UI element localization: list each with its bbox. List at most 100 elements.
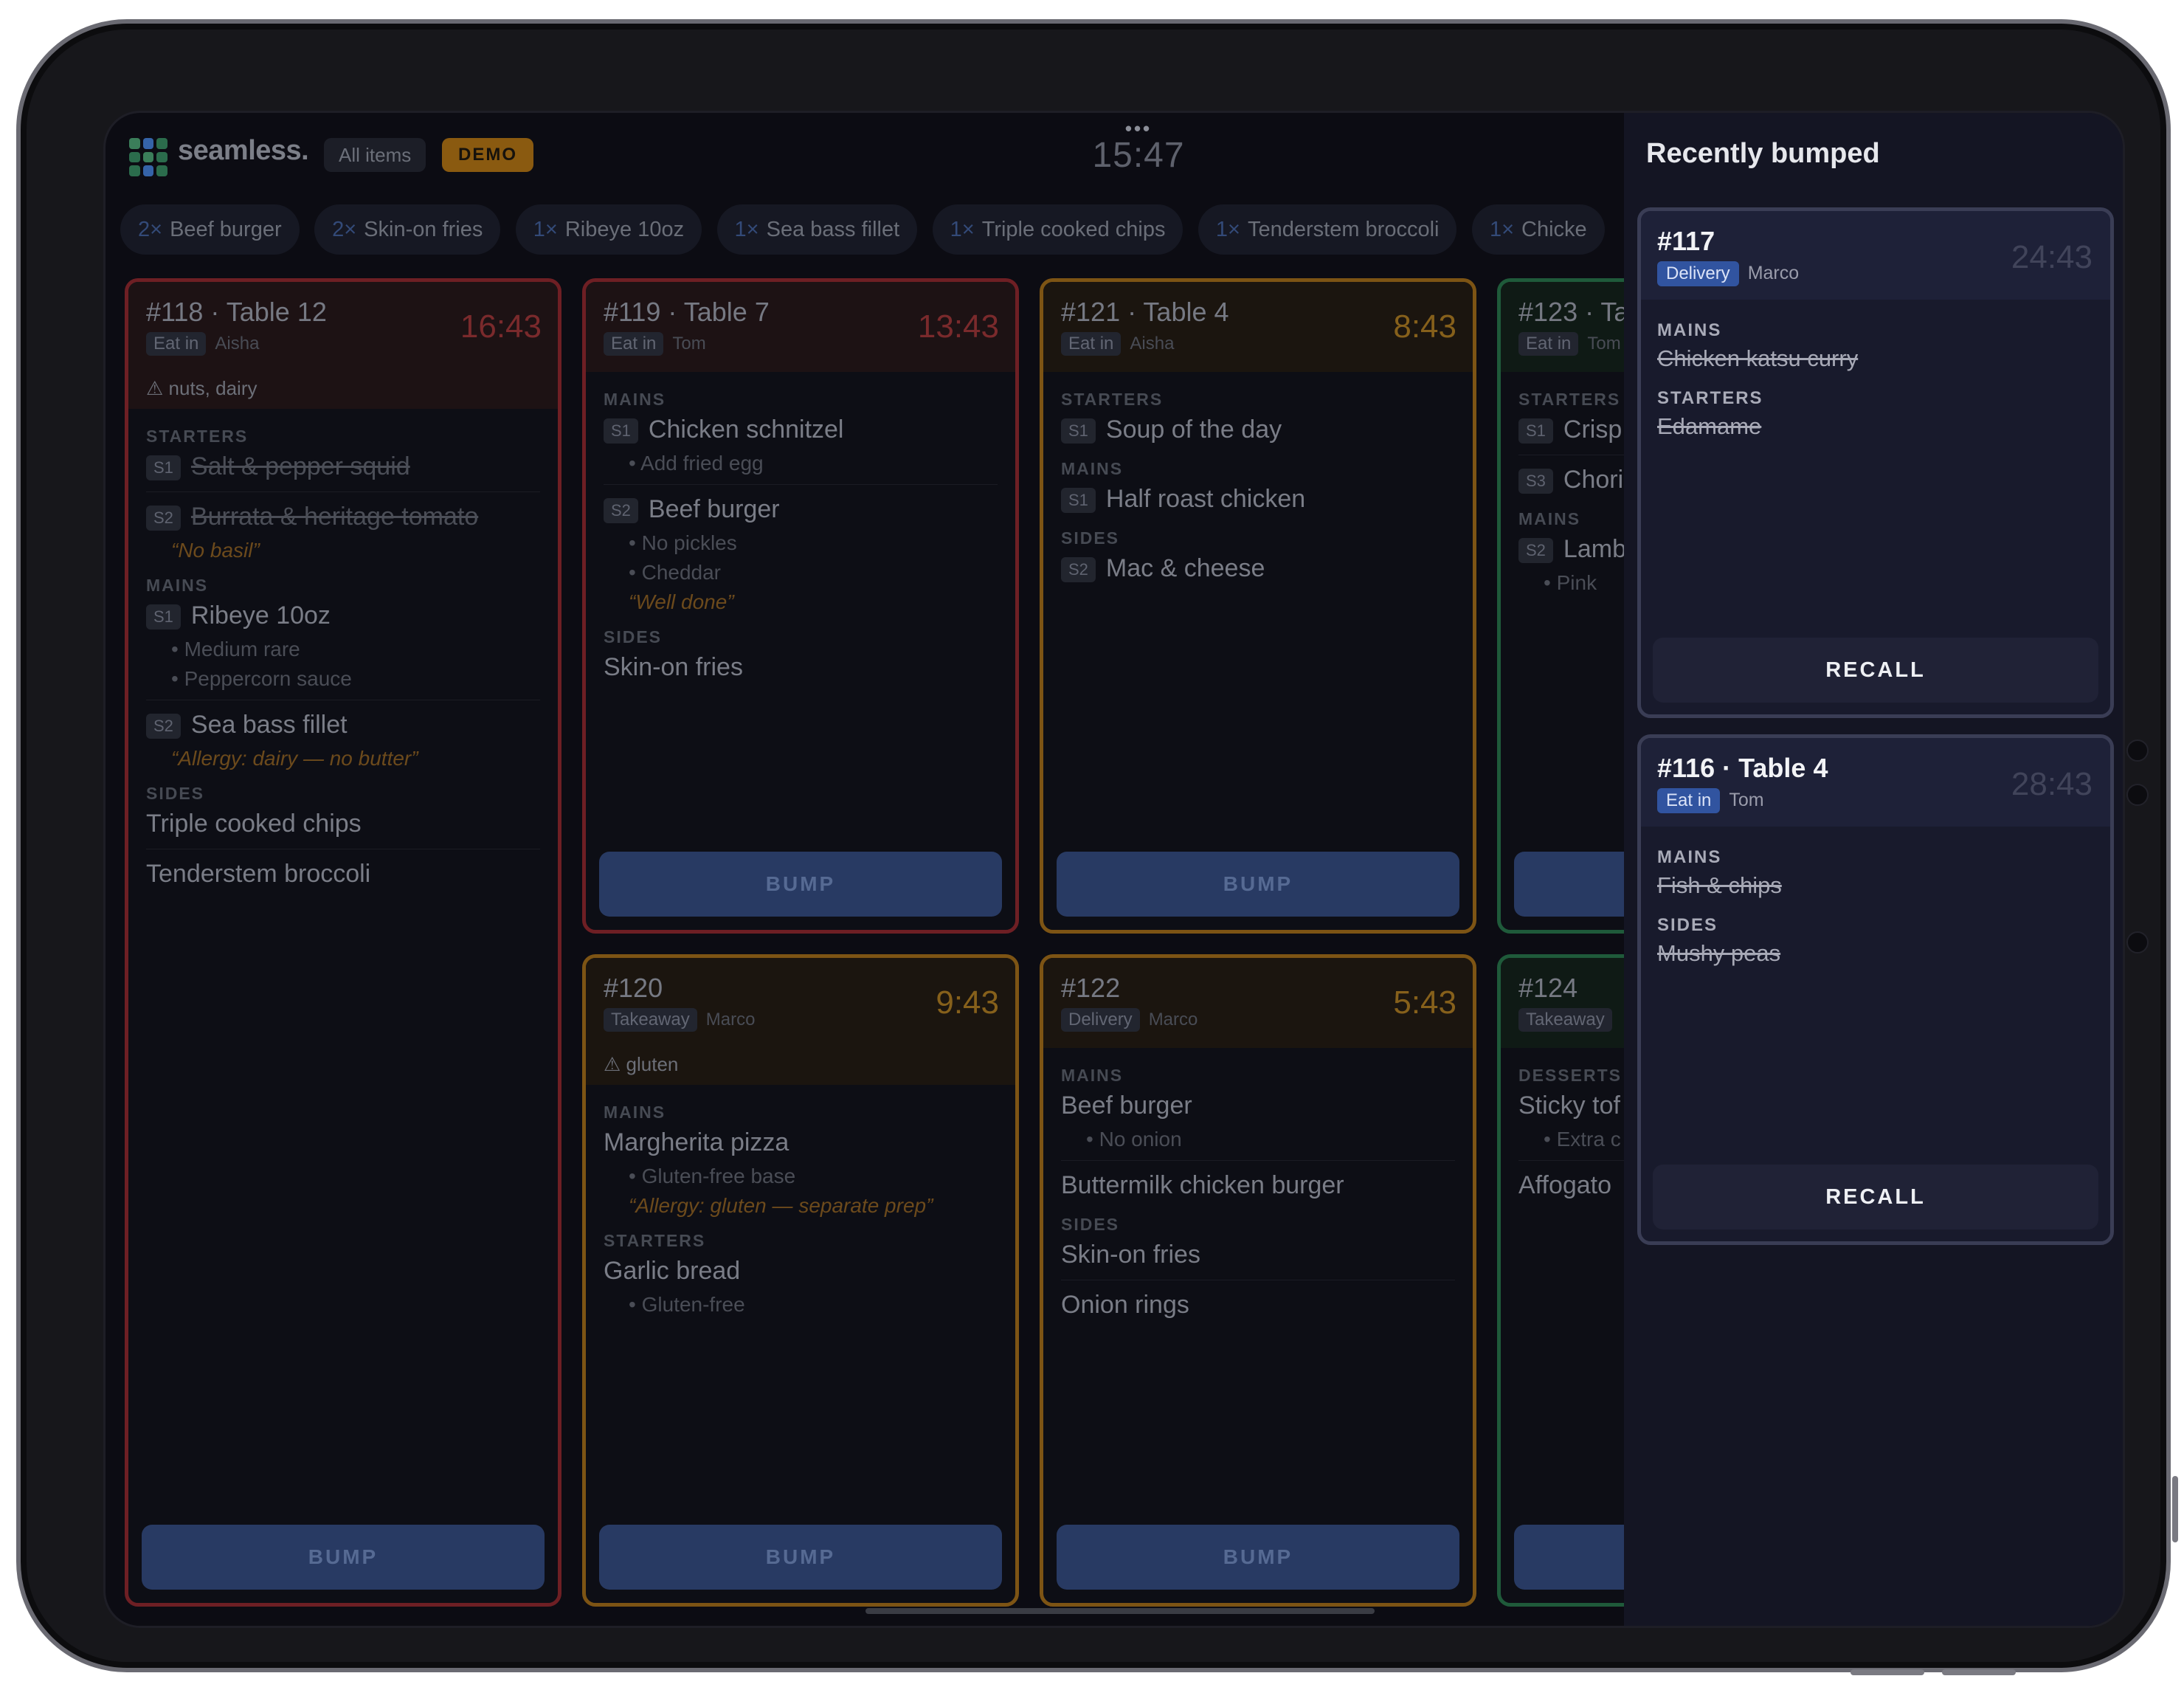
section-label: MAINS (1657, 847, 1722, 867)
hardware-button (1850, 1669, 1924, 1675)
tablet-frame: seamless. All items DEMO ••• 15:47 2× Bee… (16, 19, 2171, 1672)
ticket-timer: 24:43 (2011, 239, 2093, 275)
ticket-header: #119 · Table 7 Eat in Tom 13:43 (586, 282, 1015, 372)
section-label: MAINS (604, 1103, 666, 1122)
filter-all-items-button[interactable]: All items (324, 138, 426, 172)
order-item[interactable]: Garlic bread (604, 1252, 998, 1290)
section-label: MAINS (1061, 459, 1124, 478)
ticket-timer: 28:43 (2011, 766, 2093, 802)
summary-chip[interactable]: 2× Skin-on fries (314, 204, 501, 255)
order-item[interactable]: S2 Beef burger (604, 491, 998, 528)
scroll-indicator[interactable] (865, 1608, 1375, 1614)
ticket-header: #118 · Table 12 Eat in Aisha 16:43 (128, 282, 558, 372)
ticket-timer: 13:43 (917, 308, 999, 345)
item-modifier: Cheddar (604, 558, 998, 587)
section-label: MAINS (146, 576, 209, 595)
recently-bumped-panel: Recently bumped #117 Delivery Marco 24:43… (1624, 113, 2123, 1626)
bump-button[interactable]: BUMP (142, 1525, 545, 1590)
item-modifier: No pickles (604, 528, 998, 558)
server-name: Aisha (1130, 334, 1175, 353)
ticket-121[interactable]: #121 · Table 4 Eat in Aisha 8:43 STARTERS… (1040, 278, 1476, 934)
order-item[interactable]: Onion rings (1061, 1286, 1455, 1324)
ticket-timer: 9:43 (936, 984, 999, 1021)
order-item[interactable]: S1 Half roast chicken (1061, 480, 1455, 518)
recall-button[interactable]: RECALL (1653, 1165, 2098, 1229)
ticket-118[interactable]: #118 · Table 12 Eat in Aisha 16:43 ⚠ nuts… (125, 278, 561, 1607)
order-type-badge: Eat in (604, 332, 664, 356)
order-type-badge: Eat in (1061, 332, 1122, 356)
server-name: Marco (705, 1010, 756, 1029)
item-note: “Well done” (629, 590, 734, 613)
section-label: STARTERS (146, 427, 249, 446)
order-item[interactable]: Buttermilk chicken burger (1061, 1167, 1455, 1204)
order-item: Fish & chips (1657, 872, 1782, 898)
ticket-header: #120 Takeaway Marco 9:43 (586, 958, 1015, 1048)
recent-ticket-116[interactable]: #116 · Table 4 Eat in Tom 28:43 MAINS Fis… (1637, 734, 2114, 1245)
order-item: Edamame (1657, 413, 1762, 439)
item-modifier: No onion (1061, 1125, 1455, 1154)
bump-button[interactable]: BUMP (1057, 852, 1459, 917)
item-modifier: Medium rare (146, 635, 540, 664)
ticket-timer: 16:43 (460, 308, 542, 345)
recent-ticket-117[interactable]: #117 Delivery Marco 24:43 MAINS Chicken k… (1637, 207, 2114, 718)
order-item[interactable]: S1 Soup of the day (1061, 411, 1455, 449)
seat-badge: S2 (146, 714, 181, 739)
ticket-timer: 5:43 (1393, 984, 1456, 1021)
summary-chip[interactable]: 1× Ribeye 10oz (515, 204, 702, 255)
ticket-122[interactable]: #122 Delivery Marco 5:43 MAINS Beef burge… (1040, 954, 1476, 1607)
seat-badge: S2 (604, 498, 638, 524)
server-name: Tom (1729, 790, 1764, 810)
summary-chip[interactable]: 1× Triple cooked chips (932, 204, 1183, 255)
order-item[interactable]: Skin-on fries (1061, 1236, 1455, 1274)
summary-chip[interactable]: 1× Chicke (1471, 204, 1605, 255)
order-item[interactable]: S1 Ribeye 10oz (146, 597, 540, 635)
bump-button[interactable]: BUMP (599, 852, 1002, 917)
item-summary-bar: 2× Beef burger 2× Skin-on fries 1× Ribeye 1… (120, 204, 1617, 255)
ticket-119[interactable]: #119 · Table 7 Eat in Tom 13:43 MAINS S1 C… (582, 278, 1019, 934)
item-note: “Allergy: dairy — no butter” (171, 747, 418, 770)
hardware-button (1942, 1669, 2016, 1675)
seat-badge: S1 (1061, 488, 1096, 514)
bump-button[interactable]: BUMP (1057, 1525, 1459, 1590)
allergy-banner: ⚠ gluten (586, 1048, 1015, 1085)
order-item[interactable]: Beef burger (1061, 1087, 1455, 1125)
item-note: “No basil” (171, 539, 260, 562)
section-label: MAINS (604, 390, 666, 409)
item-note: “Allergy: gluten — separate prep” (629, 1194, 933, 1217)
brand-name: seamless. (178, 135, 309, 166)
section-label: SIDES (1061, 528, 1120, 548)
order-item[interactable]: S1 Chicken schnitzel (604, 411, 998, 449)
clock: 15:47 (1092, 136, 1185, 175)
server-name: Marco (1148, 1010, 1198, 1029)
seat-badge: S1 (146, 604, 181, 630)
summary-chip[interactable]: 2× Beef burger (120, 204, 300, 255)
section-label: STARTERS (604, 1231, 706, 1250)
summary-chip[interactable]: 1× Tenderstem broccoli (1198, 204, 1457, 255)
item-modifier: Gluten-free (604, 1290, 998, 1320)
order-item[interactable]: Skin-on fries (604, 649, 998, 686)
order-item[interactable]: S2 Mac & cheese (1061, 550, 1455, 587)
ticket-120[interactable]: #120 Takeaway Marco 9:43 ⚠ gluten MAINS M… (582, 954, 1019, 1607)
recall-button[interactable]: RECALL (1653, 638, 2098, 703)
section-label: SIDES (604, 627, 663, 646)
server-name: Aisha (215, 334, 260, 353)
order-type-badge: Takeaway (1518, 1008, 1612, 1032)
section-label: SIDES (1657, 915, 1718, 935)
section-label: STARTERS (1061, 390, 1164, 409)
order-item[interactable]: S1 Salt & pepper squid (146, 448, 540, 486)
bump-button[interactable]: BUMP (599, 1525, 1002, 1590)
order-type-badge: Delivery (1061, 1008, 1140, 1032)
section-label: MAINS (1657, 320, 1722, 340)
order-item[interactable]: S2 Burrata & heritage tomato (146, 498, 540, 536)
summary-chip[interactable]: 1× Sea bass fillet (716, 204, 918, 255)
section-label: SIDES (146, 784, 205, 803)
order-type-badge: Eat in (1657, 788, 1721, 813)
order-item[interactable]: Triple cooked chips (146, 805, 540, 843)
order-type-badge: Eat in (1518, 332, 1579, 356)
seat-badge: S1 (604, 418, 638, 444)
more-menu-icon[interactable]: ••• (1102, 119, 1175, 138)
order-item[interactable]: Tenderstem broccoli (146, 855, 540, 893)
seat-badge: S2 (1518, 538, 1553, 564)
order-item[interactable]: S2 Sea bass fillet (146, 706, 540, 744)
order-item[interactable]: Margherita pizza (604, 1124, 998, 1162)
